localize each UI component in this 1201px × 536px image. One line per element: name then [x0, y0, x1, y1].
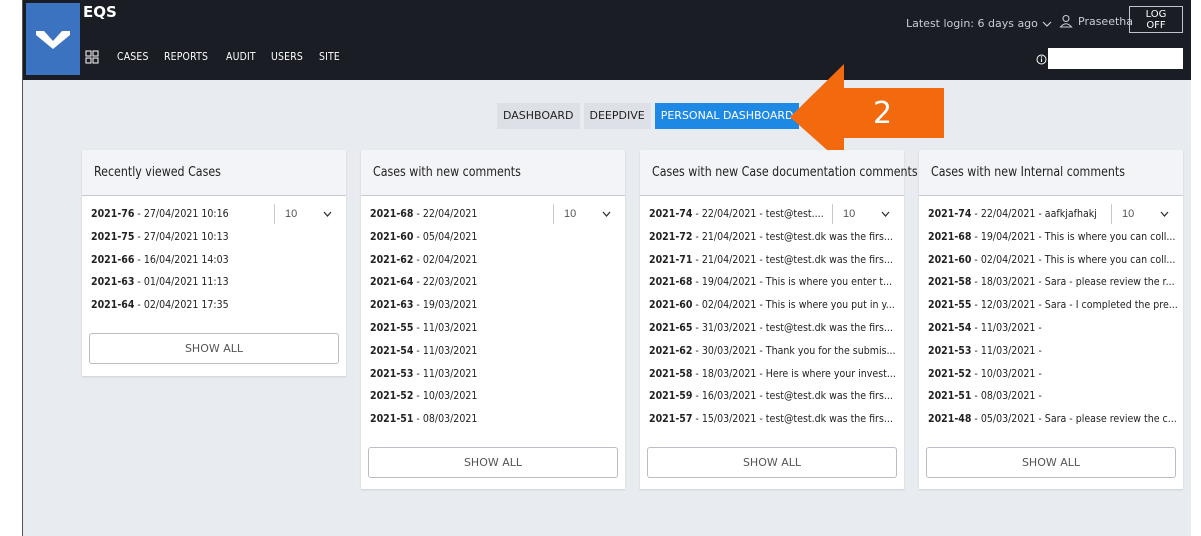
show-all-button[interactable]: SHOW ALL [368, 446, 618, 478]
annotation-number: 2 [873, 96, 893, 131]
list-item[interactable]: 2021-60 - 02/04/2021 - This is where you… [640, 298, 904, 321]
page-size-select[interactable]: 10 [1111, 204, 1173, 224]
list-item[interactable]: 2021-75 - 27/04/2021 10:13 [82, 230, 346, 253]
list-item[interactable]: 2021-58 - 18/03/2021 - Sara - please rev… [919, 275, 1183, 298]
logoff-button[interactable]: LOG OFF [1129, 6, 1183, 33]
nav-audit[interactable]: AUDIT [226, 50, 256, 63]
list-item[interactable]: 2021-58 - 18/03/2021 - Here is where you… [640, 367, 904, 390]
dashboard-grid-icon[interactable] [85, 50, 99, 64]
chevron-down-icon [1042, 21, 1052, 27]
list-item[interactable]: 2021-64 - 02/04/2021 17:35 [82, 298, 346, 321]
show-all-button[interactable]: SHOW ALL [89, 332, 339, 364]
list-item[interactable]: 2021-55 - 11/03/2021 [361, 321, 625, 344]
list-item[interactable]: 2021-48 - 05/03/2021 - Sara - please rev… [919, 412, 1183, 435]
recently-viewed-card: Recently viewed Cases 10 2021-76 - 27/04… [82, 150, 346, 376]
list-item[interactable]: 2021-51 - 08/03/2021 [361, 412, 625, 435]
main-nav: CASES REPORTS AUDIT USERS SITE [117, 50, 343, 63]
list-item[interactable]: 2021-64 - 22/03/2021 [361, 275, 625, 298]
list-item[interactable]: 2021-62 - 30/03/2021 - Thank you for the… [640, 344, 904, 367]
page-size-select[interactable]: 10 [553, 204, 615, 224]
chevron-down-icon [323, 211, 332, 217]
nav-reports[interactable]: REPORTS [164, 50, 208, 63]
nav-users[interactable]: USERS [271, 50, 303, 63]
tab-deepdive[interactable]: DEEPDIVE [583, 103, 651, 129]
list-item[interactable]: 2021-68 - 19/04/2021 - This is where you… [640, 275, 904, 298]
chevron-down-icon [1160, 211, 1169, 217]
list-item[interactable]: 2021-60 - 02/04/2021 - This is where you… [919, 253, 1183, 276]
top-bar: EQS CASES REPORTS AUDIT USERS SITE Lates… [23, 0, 1191, 80]
tab-personal-dashboard[interactable]: PERSONAL DASHBOARD [654, 103, 800, 129]
case-documentation-comments-card: Cases with new Case documentation commen… [640, 150, 918, 489]
user-name: Praseetha [1078, 14, 1133, 28]
list-item[interactable]: 2021-63 - 19/03/2021 [361, 298, 625, 321]
chevron-down-icon [602, 211, 611, 217]
tab-dashboard[interactable]: DASHBOARD [497, 103, 580, 129]
list-item[interactable]: 2021-55 - 12/03/2021 - Sara - I complete… [919, 298, 1183, 321]
app-title: EQS [83, 3, 117, 21]
card-rows: 10 2021-74 - 22/04/2021 - test@test.... … [640, 196, 904, 435]
card-title: Cases with new Case documentation commen… [640, 150, 918, 196]
nav-site[interactable]: SITE [319, 50, 340, 63]
list-item[interactable]: 2021-71 - 21/04/2021 - test@test.dk was … [640, 253, 904, 276]
card-title: Cases with new Internal comments [919, 150, 1183, 196]
list-item[interactable]: 2021-52 - 10/03/2021 - [919, 367, 1183, 390]
list-item[interactable]: 2021-53 - 11/03/2021 [361, 367, 625, 390]
list-item[interactable]: 2021-54 - 11/03/2021 [361, 344, 625, 367]
new-comments-card: Cases with new comments 10 2021-68 - 22/… [361, 150, 625, 489]
list-item[interactable]: 2021-68 - 19/04/2021 - This is where you… [919, 230, 1183, 253]
dashboard-tabs: DASHBOARD DEEPDIVE PERSONAL DASHBOARD [497, 103, 800, 129]
list-item[interactable]: 2021-52 - 10/03/2021 [361, 389, 625, 412]
card-rows: 10 2021-74 - 22/04/2021 - aafkjafhakj 20… [919, 196, 1183, 435]
card-title: Cases with new comments [361, 150, 625, 196]
user-icon [1059, 14, 1073, 28]
latest-login[interactable]: Latest login: 6 days ago [906, 17, 1052, 30]
search-input[interactable] [1048, 48, 1183, 69]
list-item[interactable]: 2021-53 - 11/03/2021 - [919, 344, 1183, 367]
page-size-select[interactable]: 10 [274, 204, 336, 224]
list-item[interactable]: 2021-51 - 08/03/2021 - [919, 389, 1183, 412]
card-title: Recently viewed Cases [82, 150, 346, 196]
list-item[interactable]: 2021-66 - 16/04/2021 14:03 [82, 253, 346, 276]
chevron-down-icon [881, 211, 890, 217]
list-item[interactable]: 2021-60 - 05/04/2021 [361, 230, 625, 253]
internal-comments-card: Cases with new Internal comments 10 2021… [919, 150, 1183, 489]
list-item[interactable]: 2021-57 - 15/03/2021 - test@test.dk was … [640, 412, 904, 435]
card-rows: 10 2021-76 - 27/04/2021 10:16 2021-75 - … [82, 196, 346, 321]
page-size-select[interactable]: 10 [832, 204, 894, 224]
logo-icon [36, 31, 70, 49]
nav-cases[interactable]: CASES [117, 50, 149, 63]
app-window: EQS CASES REPORTS AUDIT USERS SITE Lates… [22, 0, 1191, 536]
list-item[interactable]: 2021-63 - 01/04/2021 11:13 [82, 275, 346, 298]
list-item[interactable]: 2021-72 - 21/04/2021 - test@test.dk was … [640, 230, 904, 253]
info-icon[interactable] [1036, 54, 1047, 65]
list-item[interactable]: 2021-54 - 11/03/2021 - [919, 321, 1183, 344]
logo[interactable] [26, 3, 80, 75]
list-item[interactable]: 2021-59 - 16/03/2021 - test@test.dk was … [640, 389, 904, 412]
show-all-button[interactable]: SHOW ALL [926, 446, 1176, 478]
card-rows: 10 2021-68 - 22/04/2021 2021-60 - 05/04/… [361, 196, 625, 435]
list-item[interactable]: 2021-65 - 31/03/2021 - test@test.dk was … [640, 321, 904, 344]
user-menu[interactable]: Praseetha [1059, 14, 1133, 28]
list-item[interactable]: 2021-62 - 02/04/2021 [361, 253, 625, 276]
latest-login-text: Latest login: 6 days ago [906, 17, 1038, 30]
show-all-button[interactable]: SHOW ALL [647, 446, 897, 478]
